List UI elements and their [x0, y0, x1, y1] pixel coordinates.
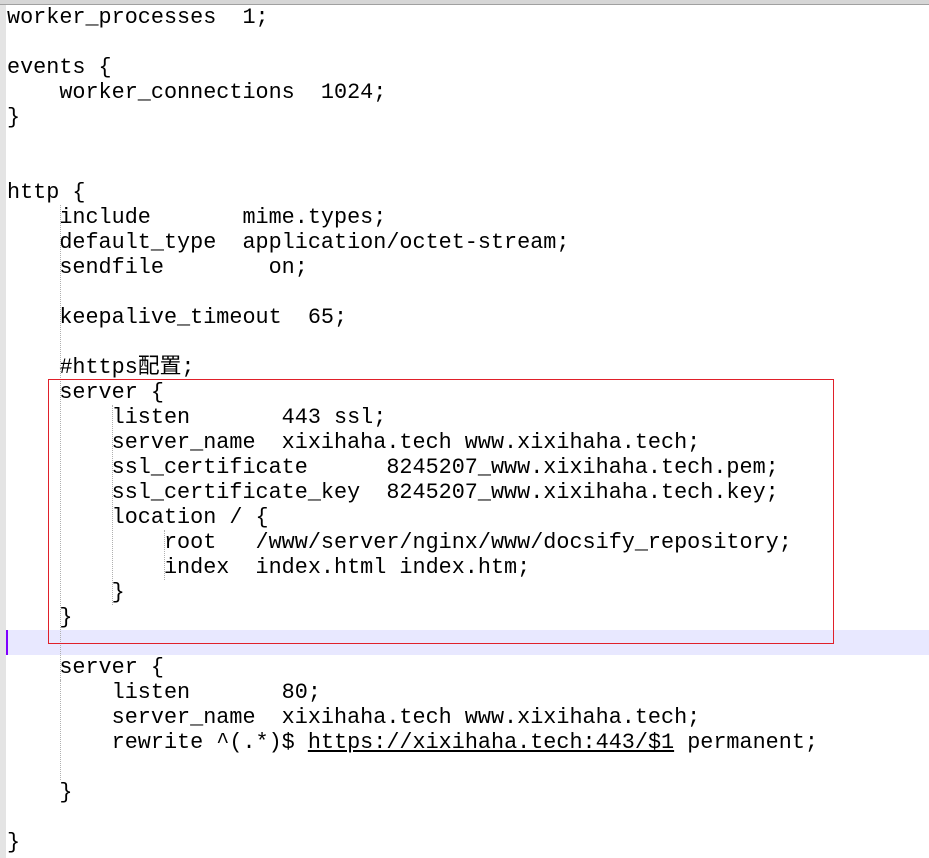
- code-line[interactable]: events {: [7, 55, 929, 80]
- code-line[interactable]: rewrite ^(.*)$ https://xixihaha.tech:443…: [7, 730, 929, 755]
- code-line[interactable]: location / {: [7, 505, 929, 530]
- code-line[interactable]: keepalive_timeout 65;: [7, 305, 929, 330]
- code-line[interactable]: index index.html index.htm;: [7, 555, 929, 580]
- code-line[interactable]: [7, 30, 929, 55]
- code-line[interactable]: [7, 805, 929, 830]
- code-line[interactable]: worker_processes 1;: [7, 5, 929, 30]
- code-line[interactable]: [7, 330, 929, 355]
- code-line[interactable]: [7, 155, 929, 180]
- code-line[interactable]: include mime.types;: [7, 205, 929, 230]
- code-line[interactable]: server {: [7, 380, 929, 405]
- indent-guide: [60, 680, 61, 780]
- code-line[interactable]: listen 443 ssl;: [7, 405, 929, 430]
- code-line[interactable]: }: [7, 605, 929, 630]
- code-line[interactable]: default_type application/octet-stream;: [7, 230, 929, 255]
- code-line[interactable]: sendfile on;: [7, 255, 929, 280]
- editor-margin: [0, 5, 6, 858]
- code-line[interactable]: #https配置;: [7, 355, 929, 380]
- code-line[interactable]: worker_connections 1024;: [7, 80, 929, 105]
- indent-guide: [164, 530, 165, 580]
- code-line[interactable]: }: [7, 580, 929, 605]
- code-line[interactable]: }: [7, 830, 929, 855]
- code-line[interactable]: http {: [7, 180, 929, 205]
- code-line[interactable]: root /www/server/nginx/www/docsify_repos…: [7, 530, 929, 555]
- indent-guide: [112, 405, 113, 605]
- code-line[interactable]: ssl_certificate 8245207_www.xixihaha.tec…: [7, 455, 929, 480]
- code-line[interactable]: server_name xixihaha.tech www.xixihaha.t…: [7, 705, 929, 730]
- code-line[interactable]: [7, 130, 929, 155]
- code-editor[interactable]: worker_processes 1; events { worker_conne…: [6, 5, 929, 855]
- current-line[interactable]: [6, 630, 929, 655]
- code-line[interactable]: }: [7, 780, 929, 805]
- code-line[interactable]: listen 80;: [7, 680, 929, 705]
- code-line[interactable]: [7, 755, 929, 780]
- code-line[interactable]: ssl_certificate_key 8245207_www.xixihaha…: [7, 480, 929, 505]
- url-link[interactable]: https://xixihaha.tech:443/$1: [308, 730, 674, 755]
- code-line[interactable]: [7, 280, 929, 305]
- code-line[interactable]: }: [7, 105, 929, 130]
- code-line[interactable]: server_name xixihaha.tech www.xixihaha.t…: [7, 430, 929, 455]
- code-line[interactable]: server {: [7, 655, 929, 680]
